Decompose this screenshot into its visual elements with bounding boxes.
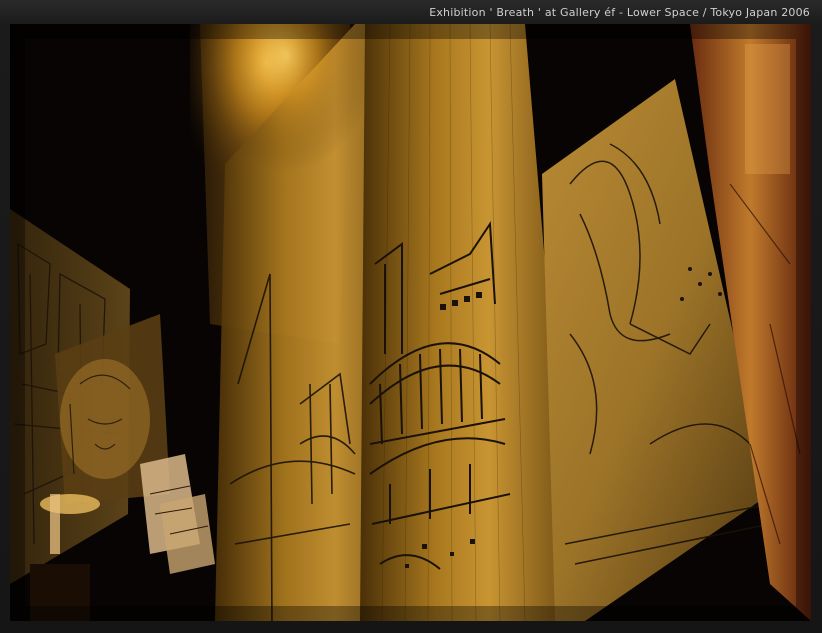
photo-illustration [10, 24, 811, 621]
exhibition-photo [10, 24, 811, 621]
exhibition-caption: Exhibition ' Breath ' at Gallery éf - Lo… [429, 6, 810, 19]
bottom-frame-bar [0, 621, 822, 633]
gallery-frame: Exhibition ' Breath ' at Gallery éf - Lo… [0, 0, 822, 633]
